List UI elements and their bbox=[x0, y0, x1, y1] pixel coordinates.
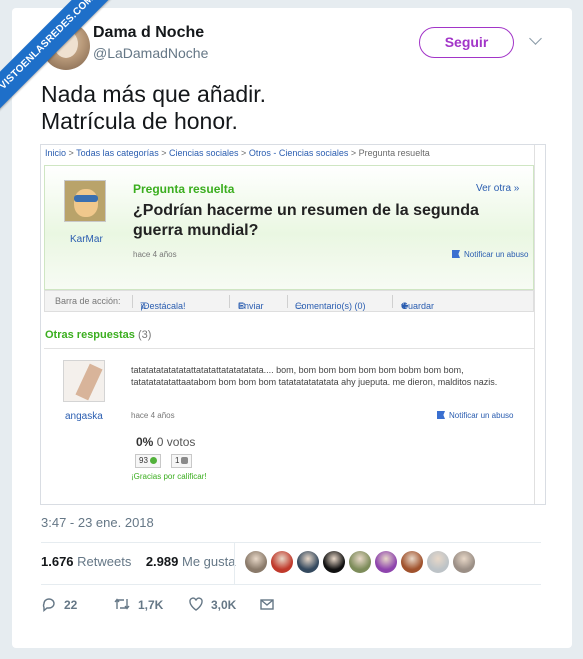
thumbs-down-icon bbox=[181, 457, 189, 464]
vote-percent: 0% bbox=[136, 435, 154, 449]
liker-avatar[interactable] bbox=[375, 551, 397, 573]
action-bar-label: Barra de acción: bbox=[55, 296, 121, 306]
retweet-count: 1,7K bbox=[138, 598, 164, 612]
answer-text: tatatatatatatatattatatattatatatatata....… bbox=[131, 365, 498, 387]
divider bbox=[229, 295, 230, 308]
retweet-button[interactable]: 1,7K bbox=[113, 596, 163, 612]
answer-report-abuse-link[interactable]: Notificar un abuso bbox=[437, 411, 513, 420]
follow-button[interactable]: Seguir bbox=[419, 27, 514, 58]
liker-avatar[interactable] bbox=[453, 551, 475, 573]
divider bbox=[287, 295, 288, 308]
divider bbox=[132, 295, 133, 308]
retweet-icon bbox=[114, 598, 130, 610]
thumbs-up-icon bbox=[149, 457, 157, 464]
breadcrumb-item[interactable]: Todas las categorías bbox=[76, 148, 159, 158]
envelope-icon bbox=[260, 599, 274, 610]
caret-down-icon: ▾ bbox=[401, 301, 406, 311]
highlight-label: ¡Destácala! bbox=[140, 301, 186, 311]
liker-avatar[interactable] bbox=[427, 551, 449, 573]
comments-label: Comentario(s) (0) bbox=[295, 301, 366, 311]
question-author-avatar[interactable] bbox=[64, 180, 106, 222]
divider bbox=[41, 542, 541, 543]
breadcrumb-separator: > bbox=[350, 148, 357, 158]
message-button[interactable] bbox=[259, 596, 282, 612]
liker-avatar[interactable] bbox=[271, 551, 293, 573]
watermark-ribbon: VISTOENLASREDES.COM bbox=[0, 0, 120, 120]
breadcrumb-separator: > bbox=[241, 148, 247, 158]
flag-icon bbox=[437, 411, 445, 419]
likes-label: Me gusta bbox=[182, 554, 236, 569]
thumbs-down-count: 1 bbox=[175, 456, 180, 465]
see-another-link[interactable]: Ver otra » bbox=[476, 183, 519, 194]
watermark-text: VISTOENLASREDES.COM bbox=[0, 0, 117, 113]
divider bbox=[41, 584, 541, 585]
question-title: ¿Podrían hacerme un resumen de la segund… bbox=[133, 202, 479, 239]
send-label: Enviar bbox=[238, 301, 264, 311]
thumbs-up-button[interactable]: 93 bbox=[135, 454, 161, 468]
divider bbox=[44, 348, 534, 349]
like-button[interactable]: 3,0K bbox=[188, 596, 236, 612]
likes-count: 2.989 bbox=[145, 554, 179, 569]
breadcrumb-separator: > bbox=[68, 148, 74, 158]
other-answers-heading: Otras respuestas (3) bbox=[45, 329, 151, 341]
thanks-message: ¡Gracias por calificar! bbox=[131, 472, 207, 481]
answer-time: hace 4 años bbox=[131, 411, 175, 420]
answer-author-name[interactable]: angaska bbox=[65, 411, 103, 422]
breadcrumb-current: Pregunta resuelta bbox=[358, 148, 430, 158]
question-time: hace 4 años bbox=[133, 250, 177, 259]
vote-summary: 0% 0 votos bbox=[136, 435, 195, 449]
breadcrumb-item[interactable]: Otros - Ciencias sociales bbox=[249, 148, 349, 158]
heart-icon bbox=[189, 597, 203, 611]
breadcrumb-item[interactable]: Inicio bbox=[45, 148, 66, 158]
thumbs-up-count: 93 bbox=[139, 456, 148, 465]
action-bar: Barra de acción: 7 ☆ ¡Destácala! ✉ Envia… bbox=[44, 290, 534, 312]
liker-avatar[interactable] bbox=[297, 551, 319, 573]
scrollbar[interactable] bbox=[534, 145, 545, 504]
breadcrumb-separator: > bbox=[161, 148, 167, 158]
divider bbox=[234, 543, 235, 584]
report-abuse-label: Notificar un abuso bbox=[449, 411, 514, 420]
liker-avatar[interactable] bbox=[323, 551, 345, 573]
question-box: KarMar Pregunta resuelta Ver otra » ¿Pod… bbox=[44, 165, 534, 290]
reply-button[interactable]: 22 bbox=[41, 596, 77, 612]
like-count: 3,0K bbox=[211, 598, 237, 612]
reply-icon bbox=[42, 598, 55, 612]
reply-count: 22 bbox=[64, 598, 78, 612]
question-author-name[interactable]: KarMar bbox=[70, 234, 103, 245]
tweet-timestamp[interactable]: 3:47 - 23 ene. 2018 bbox=[41, 515, 154, 530]
divider bbox=[392, 295, 393, 308]
chevron-down-icon[interactable] bbox=[529, 32, 542, 45]
report-abuse-label: Notificar un abuso bbox=[464, 250, 529, 259]
embedded-screenshot[interactable]: Inicio > Todas las categorías > Ciencias… bbox=[40, 144, 546, 505]
breadcrumb-item[interactable]: Ciencias sociales bbox=[169, 148, 239, 158]
liker-avatar[interactable] bbox=[401, 551, 423, 573]
breadcrumb: Inicio > Todas las categorías > Ciencias… bbox=[45, 148, 430, 158]
liker-avatar[interactable] bbox=[349, 551, 371, 573]
answer-author-avatar[interactable] bbox=[63, 360, 105, 402]
thumbs-down-button[interactable]: 1 bbox=[171, 454, 193, 468]
vote-count: 0 votos bbox=[156, 435, 196, 449]
question-status-label: Pregunta resuelta bbox=[133, 182, 235, 196]
report-abuse-link[interactable]: Notificar un abuso bbox=[452, 250, 528, 259]
tweet-stats: 1.676 Retweets 2.989 Me gusta bbox=[41, 554, 235, 569]
other-answers-count: (3) bbox=[137, 329, 152, 341]
likes-stat[interactable]: 2.989 Me gusta bbox=[146, 554, 236, 569]
flag-icon bbox=[452, 250, 460, 258]
retweets-stat[interactable]: 1.676 Retweets bbox=[41, 554, 131, 569]
retweets-count: 1.676 bbox=[41, 554, 74, 569]
retweets-label: Retweets bbox=[77, 554, 132, 569]
other-answers-label: Otras respuestas bbox=[45, 329, 135, 341]
liker-avatar[interactable] bbox=[245, 551, 267, 573]
